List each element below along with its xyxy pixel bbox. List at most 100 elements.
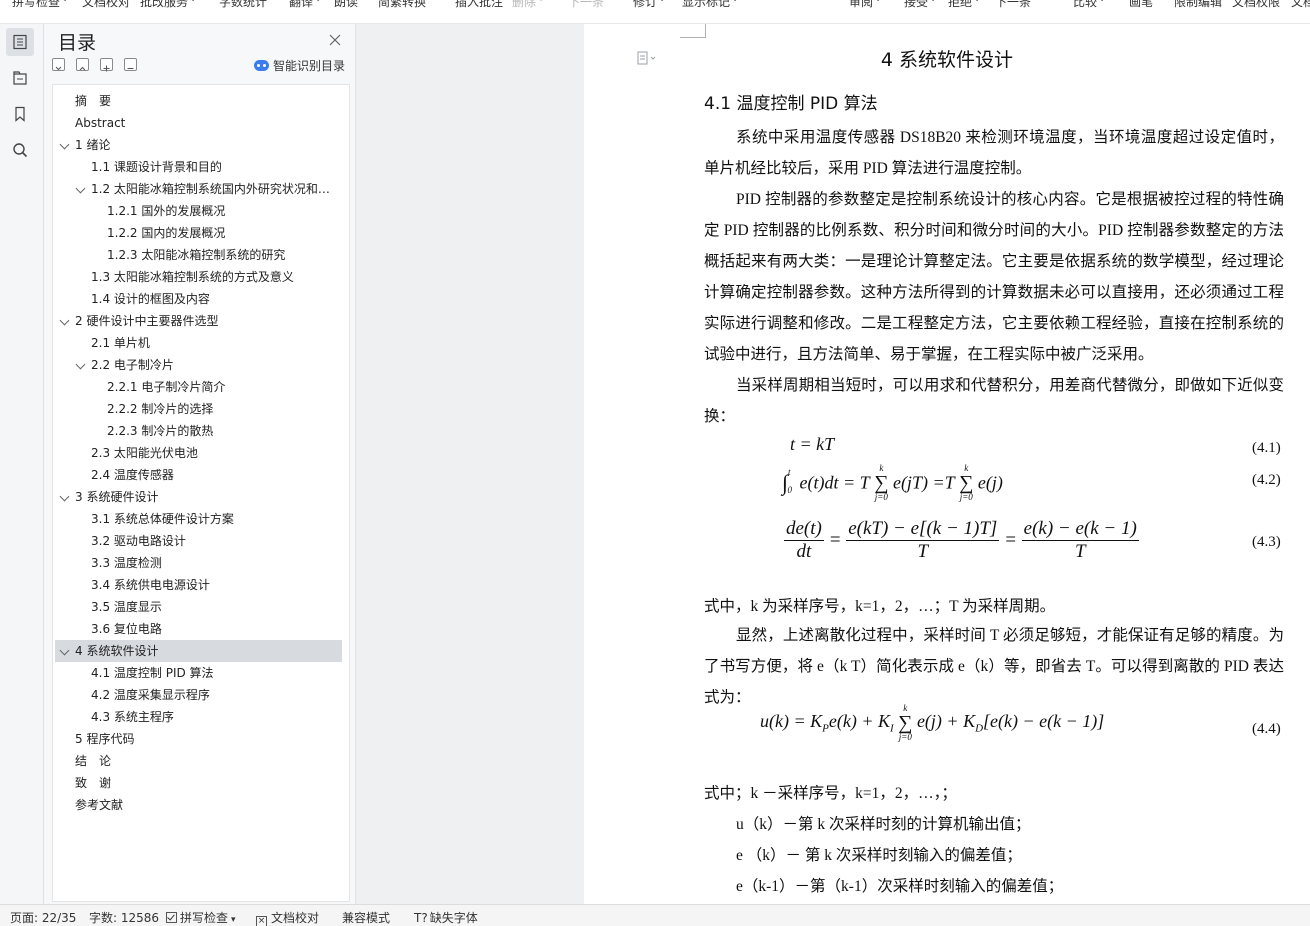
nav-pane-icon[interactable] [6, 64, 34, 92]
toolbar-item[interactable]: 删除 ˅ [512, 0, 543, 10]
toc-item[interactable]: 2.4 温度传感器 [53, 464, 349, 486]
toolbar-item[interactable]: 下一条 [568, 0, 604, 10]
toc-item[interactable]: 1.2.2 国内的发展概况 [53, 222, 349, 244]
toolbar-item[interactable]: 下一条 [995, 0, 1031, 10]
chevron-down-icon: ˅ [657, 0, 665, 9]
toc-item-label: 1.2.1 国外的发展概况 [107, 204, 226, 218]
toc-item-label: 结 论 [75, 754, 112, 768]
toolbar-item[interactable]: 接受 ˅ [904, 0, 935, 10]
toc-item[interactable]: 4.1 温度控制 PID 算法 [53, 662, 349, 684]
toolbar-item[interactable]: 翻译 ˅ [289, 0, 320, 10]
toc-item-label: 1.4 设计的框图及内容 [91, 292, 210, 306]
toc-item[interactable]: 3.5 温度显示 [53, 596, 349, 618]
toc-item[interactable]: 3 系统硬件设计 [53, 486, 349, 508]
chevron-down-icon[interactable] [59, 645, 70, 656]
check-icon [166, 912, 177, 923]
toolbar-item-label: 删除 [512, 0, 537, 9]
chevron-down-icon: ˅ [730, 0, 738, 9]
toc-item[interactable]: 5 程序代码 [53, 728, 349, 750]
remove-level-icon[interactable] [124, 58, 137, 71]
toolbar-item[interactable]: 审阅 ˅ [849, 0, 880, 10]
compat-mode[interactable]: 兼容模式 [342, 909, 390, 926]
toc-item[interactable]: 2.3 太阳能光伏电池 [53, 442, 349, 464]
toc-item[interactable]: 2.2 电子制冷片 [53, 354, 349, 376]
proofread-status[interactable]: × 文档校对 [256, 909, 319, 926]
toolbar-item[interactable]: 文档校对 [82, 0, 130, 10]
toc-item[interactable]: 2 硬件设计中主要器件选型 [53, 310, 349, 332]
toc-item[interactable]: 2.2.2 制冷片的选择 [53, 398, 349, 420]
toc-item-label: 3.1 系统总体硬件设计方案 [91, 512, 234, 526]
toc-item[interactable]: 1.4 设计的框图及内容 [53, 288, 349, 310]
toolbar-item[interactable]: 显示标记 ˅ [682, 0, 737, 10]
toc-item[interactable]: 1.2.3 太阳能冰箱控制系统的研究 [53, 244, 349, 266]
equation-4-3: de(t) dt = e(kT) − e[(k − 1)T] T = e(k) − … [784, 518, 1139, 562]
chevron-down-icon[interactable] [59, 315, 70, 326]
collapse-all-icon[interactable] [76, 58, 89, 71]
close-icon[interactable] [328, 32, 342, 46]
missing-font-status[interactable]: T? 缺失字体 [414, 909, 478, 926]
toc-item[interactable]: 结 论 [53, 750, 349, 772]
toc-item[interactable]: 3.4 系统供电电源设计 [53, 574, 349, 596]
chevron-down-icon[interactable] [75, 183, 86, 194]
expand-all-icon[interactable] [52, 58, 65, 71]
paragraph-3: 当采样周期相当短时，可以用求和代替积分，用差商代替微分，即做如下近似变换： [704, 377, 1284, 425]
toc-item[interactable]: 2.2.3 制冷片的散热 [53, 420, 349, 442]
toolbar-item-label: 审阅 [849, 0, 874, 9]
paragraph-6: 式中；k －采样序号，k=1，2，…，； [704, 785, 957, 802]
toolbar-item-label: 简繁转换 [378, 0, 427, 9]
toolbar-item[interactable]: 比较 ˅ [1073, 0, 1104, 10]
toc-item[interactable]: 4 系统软件设计 [55, 640, 342, 662]
toolbar-item[interactable]: 拼写检查 ˅ [12, 0, 67, 10]
toc-item[interactable]: 3.6 复位电路 [53, 618, 349, 640]
toc-item[interactable]: 摘 要 [53, 90, 349, 112]
spell-check-status[interactable]: 拼写检查 ▾ [166, 909, 236, 926]
toc-item[interactable]: 4.2 温度采集显示程序 [53, 684, 349, 706]
add-level-icon[interactable] [100, 58, 113, 72]
toolbar-item[interactable]: 拒绝 ˅ [948, 0, 979, 10]
toc-item[interactable]: 2.2.1 电子制冷片简介 [53, 376, 349, 398]
chevron-down-icon: ▾ [231, 915, 236, 925]
page-indicator[interactable]: 页面: 22/35 [10, 909, 76, 926]
chevron-down-icon[interactable] [59, 491, 70, 502]
chevron-down-icon[interactable] [75, 359, 86, 370]
toolbar-item[interactable]: 限制编辑 [1174, 0, 1222, 10]
toolbar-item[interactable]: 朗读 [334, 0, 358, 10]
toc-item[interactable]: 1.2.1 国外的发展概况 [53, 200, 349, 222]
toolbar-item[interactable]: 画笔 [1129, 0, 1153, 10]
smart-toc-label: 智能识别目录 [273, 59, 346, 73]
toolbar-item[interactable]: 字数统计 [219, 0, 267, 10]
toc-item[interactable]: 3.2 驱动电路设计 [53, 530, 349, 552]
toc-icon[interactable] [6, 28, 34, 56]
toc-item[interactable]: 致 谢 [53, 772, 349, 794]
equation-number: (4.1) [1252, 440, 1281, 456]
toc-item[interactable]: 参考文献 [53, 794, 349, 816]
chevron-down-icon: ˅ [1097, 0, 1105, 9]
toolbar-item[interactable]: 文档 [1291, 0, 1310, 10]
toc-item-label: 4 系统软件设计 [75, 644, 159, 658]
toolbar-item[interactable]: 文档权限 [1232, 0, 1280, 10]
toc-item[interactable]: 3.1 系统总体硬件设计方案 [53, 508, 349, 530]
toc-item[interactable]: 1 绪论 [53, 134, 349, 156]
toc-item[interactable]: 1.2 太阳能冰箱控制系统国内外研究状况和… [53, 178, 349, 200]
word-count[interactable]: 字数: 12586 [89, 909, 159, 926]
toc-item[interactable]: 1.1 课题设计背景和目的 [53, 156, 349, 178]
search-icon[interactable] [6, 136, 34, 164]
equation-4-2: ∫t0 e(t)dt = T k ∑ j=0 e(jT) =T k ∑ j=0 e(j) [782, 463, 1003, 502]
toc-item[interactable]: 1.3 太阳能冰箱控制系统的方式及意义 [53, 266, 349, 288]
chevron-down-icon: ˅ [873, 0, 881, 9]
toolbar-item[interactable]: 简繁转换 [378, 0, 426, 10]
toolbar-item[interactable]: 插入批注 [455, 0, 503, 10]
toc-item[interactable]: 3.3 温度检测 [53, 552, 349, 574]
smart-toc-button[interactable]: 智能识别目录 [254, 57, 345, 74]
bookmark-icon[interactable] [6, 100, 34, 128]
chevron-down-icon[interactable] [59, 139, 70, 150]
toc-item[interactable]: Abstract [53, 112, 349, 134]
toolbar-item[interactable]: 批改服务 ˅ [140, 0, 195, 10]
equation-4-4: u(k) = KPe(k) + KI k ∑ j=0 e(j) + KD[e(k) … [760, 703, 1105, 742]
toc-item[interactable]: 2.1 单片机 [53, 332, 349, 354]
toolbar-item[interactable]: 修订 ˅ [633, 0, 664, 10]
paragraph-8: e （k）－ 第 k 次采样时刻输入的偏差值； [736, 847, 1022, 864]
equation-4-1: t = kT [790, 434, 835, 454]
toolbar-item-label: 文档校对 [82, 0, 131, 9]
toc-item[interactable]: 4.3 系统主程序 [53, 706, 349, 728]
